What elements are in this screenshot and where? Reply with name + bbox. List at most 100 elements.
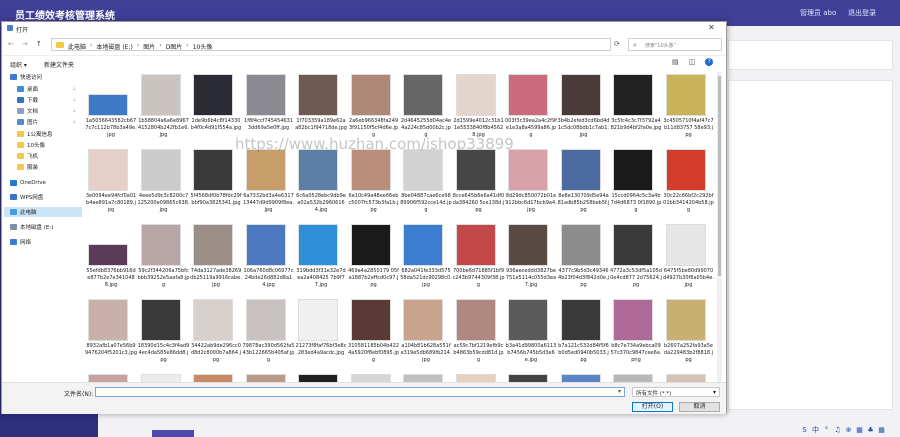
cancel-button[interactable]: 取消 xyxy=(679,402,720,412)
pin-icon[interactable]: ⊥ xyxy=(72,108,76,114)
address-bar[interactable]: 此电脑 › 本地磁盘 (E:) › 图片 › D图片 › 10头像 xyxy=(51,38,611,51)
logout-link[interactable]: 退出登录 xyxy=(848,8,876,18)
sidebar-item[interactable]: 本地磁盘 (E:) xyxy=(10,222,53,232)
filename-input[interactable] xyxy=(95,387,625,397)
sidebar-item[interactable]: 桌面 xyxy=(17,84,38,94)
file-item[interactable]: 4377c9b5d3c493464b23f04d3f842d0e.jpg xyxy=(558,220,611,295)
file-item[interactable]: 18390d15c4c3f4ad94ec4da585e86dd8.jpg xyxy=(138,295,191,370)
file-item[interactable]: 3c4505710f4af47c7b11d83757 58e93.jpg xyxy=(663,70,716,145)
breadcrumb-item[interactable]: 图片 xyxy=(143,42,155,51)
sidebar-item[interactable]: 快速访问 xyxy=(10,72,42,82)
file-item[interactable]: 310581185b04b4224a5920f8ebf0895.jpg xyxy=(348,295,401,370)
new-folder-button[interactable]: 新建文件夹 xyxy=(44,60,74,69)
sidebar-item[interactable]: OneDrive xyxy=(10,178,46,188)
up-arrow-icon[interactable]: ↑ xyxy=(36,40,42,48)
breadcrumb-separator-icon[interactable]: › xyxy=(186,42,188,51)
file-item[interactable]: 8932afb1a07e56b99476204f5201c3.jpg xyxy=(85,295,138,370)
file-item[interactable]: ac59c7bf1219efb9cb4863b59cdd81d.jpg xyxy=(453,295,506,370)
file-item[interactable]: 2a6eb966348fa2493f91150f5cf4d6e.jpg xyxy=(348,70,401,145)
file-item[interactable]: 6e10c49a48ee66ebc5007fc573b3fa1b.jpg xyxy=(348,145,401,220)
back-arrow-icon[interactable]: ← xyxy=(8,40,14,48)
sidebar-item[interactable]: 飞机 xyxy=(17,151,38,161)
pin-icon[interactable]: ⊥ xyxy=(72,86,76,92)
file-item[interactable]: a104b81b628a551fe319e5db689fb214.jpg xyxy=(400,295,453,370)
file-item[interactable]: 1de9b6b4c8f14330b4f0c4d91f554a.jpg xyxy=(190,70,243,145)
breadcrumb-item[interactable]: 10头像 xyxy=(193,42,213,51)
file-item[interactable]: 1f703359a189e62aa82bc1f94718de.jpg xyxy=(295,70,348,145)
file-item[interactable]: 4772a3c53df5a105d0e4cd877 2d75624.jpg xyxy=(610,220,663,295)
filename-dropdown-icon[interactable]: ▾ xyxy=(618,388,621,395)
help-icon[interactable]: ? xyxy=(705,58,714,66)
tray-icon[interactable]: 中 xyxy=(811,426,820,435)
file-item[interactable]: 003f3c39ea2a4c2f9fe1e3a8a4599a86.jpg xyxy=(505,70,558,145)
sidebar-item[interactable]: 服装 xyxy=(17,162,38,172)
file-item[interactable]: 8cce645b6e6a41df0da384260 5ce138d.jpg xyxy=(453,145,506,220)
pin-icon[interactable]: ⊥ xyxy=(72,119,76,125)
file-item[interactable]: b3a41d99800a6113b7456b745b5d3e6e.jpg xyxy=(505,295,558,370)
sidebar-item[interactable]: WPS网盘 xyxy=(10,192,43,202)
sidebar-item[interactable]: 图片 xyxy=(17,117,38,127)
sidebar-item[interactable]: 1公寓信息 xyxy=(17,129,53,139)
file-item[interactable]: 936aeceddd3827be751e5114c055d3ea7.jpg xyxy=(505,220,558,295)
file-item[interactable]: 1b58804a6a6e89674152804b242fb1e6.jpg xyxy=(138,70,191,145)
file-item[interactable]: 6a7332bd3a4e631713447d9d9909f8ea.jpg xyxy=(243,145,296,220)
file-item[interactable]: 6475f5be80d99070d4927b30f8a05b4e.jpg xyxy=(663,220,716,295)
tray-icon[interactable]: ▦ xyxy=(877,426,886,435)
breadcrumb-separator-icon[interactable]: › xyxy=(137,42,139,51)
organize-menu[interactable]: 组织 ▾ xyxy=(10,60,27,69)
file-item[interactable]: 319bdd3f31e32e7dea2a408425 7b9f77.jpg xyxy=(295,220,348,295)
file-item[interactable]: 4eee5d9c3c8200c7125200e09865c638.jpg xyxy=(138,145,191,220)
file-item[interactable]: 21273f8faf76bf3e8c283ed4a9acdc.jpg xyxy=(295,295,348,370)
file-item[interactable]: 15ccd0964c5c3a4b7d4d6873 0f1890.jpg xyxy=(610,145,663,220)
file-item[interactable]: 469a4a2850179 05fa1887b2effcd0c97.jpg xyxy=(348,220,401,295)
breadcrumb-separator-icon[interactable]: › xyxy=(90,42,92,51)
sidebar-item[interactable]: 10头像 xyxy=(17,140,45,150)
vertical-scrollbar[interactable] xyxy=(717,72,722,402)
file-item[interactable]: 79878ac390d562fa543b122665b405af.jpg xyxy=(243,295,296,370)
file-item[interactable]: 700be6d71885f1bf9c243b9744309f38.jpg xyxy=(453,220,506,295)
breadcrumb-item[interactable]: 本地磁盘 (E:) xyxy=(96,42,132,51)
file-item[interactable]: 3c5fc4c3c7f3792a4821b9d4bf2fa0e.jpg xyxy=(610,70,663,145)
file-item[interactable]: 106a760d8c06977c24bde26d882d8a14.jpg xyxy=(243,220,296,295)
sidebar-item[interactable]: 文档 xyxy=(17,106,38,116)
tray-icon[interactable]: S xyxy=(800,426,809,435)
tray-icon[interactable]: ° xyxy=(822,426,831,435)
file-item[interactable]: b2607a252fa93a5eda229483b2f8818.jpg xyxy=(663,295,716,370)
file-item[interactable]: 1a5036643582cb677c7c112b78b3a49e.jpg xyxy=(85,70,138,145)
close-icon[interactable]: ✕ xyxy=(708,23,715,32)
preview-pane-icon[interactable]: ◫ xyxy=(689,58,696,66)
app-button[interactable] xyxy=(152,430,194,437)
tray-icon[interactable]: ♣ xyxy=(866,426,875,435)
sidebar-item[interactable]: 网络 xyxy=(10,237,31,247)
view-options-icon[interactable]: ▤ xyxy=(672,58,679,66)
tray-icon[interactable]: ⊕ xyxy=(844,426,853,435)
tray-icon[interactable]: ▦ xyxy=(855,426,864,435)
forward-arrow-icon[interactable]: → xyxy=(22,40,28,48)
sidebar-item[interactable]: 下载 xyxy=(17,95,38,105)
refresh-icon[interactable]: ⟳ xyxy=(614,40,620,48)
pin-icon[interactable]: ⊥ xyxy=(72,97,76,103)
breadcrumb-separator-icon[interactable]: › xyxy=(159,42,161,51)
open-button[interactable]: 打开(O) xyxy=(632,402,673,412)
file-item[interactable]: 2d1599e4012c31b11e5533840f8b45628.jpg xyxy=(453,70,506,145)
sidebar-item[interactable]: 此电脑 xyxy=(4,207,82,217)
file-item[interactable]: 55efdb8376bb916de877b2e7e3410488.jpg xyxy=(85,220,138,295)
file-item[interactable]: b7a121c532d84f5f6b0d5ed0940b5033.jpg xyxy=(558,295,611,370)
file-item[interactable]: 3b4b2efed3cd6bd4d1c5dc08bdb1c7ab1.jpg xyxy=(558,70,611,145)
file-item[interactable]: 2d4645255d04ac4e4a224c85d00b2c.jpg xyxy=(400,70,453,145)
file-item[interactable]: 8d29dc850072b01e912bbc6d17bcb9a4.jpg xyxy=(505,145,558,220)
file-item[interactable]: 682a041fe333d57558da521dc90298c0.jpg xyxy=(400,220,453,295)
file-item[interactable]: 8e8e130709d5e94a81adb85b258beb5f.jpg xyxy=(558,145,611,220)
file-item[interactable]: 74da3127ade38269db25119a9916cabe.jpg xyxy=(190,220,243,295)
current-user[interactable]: 管理员 abo xyxy=(800,8,836,18)
file-item[interactable]: 1f8f4ccf7454546313dd69a5e0ff.jpg xyxy=(243,70,296,145)
file-item[interactable]: 6c6a0528ebc9db9ea02a532b29606164.jpg xyxy=(295,145,348,220)
file-item[interactable]: 30c22c66bf2c292bf01bb3414204b58.jpg xyxy=(663,145,716,220)
file-item[interactable]: 59c2f344206a75bfcbbb39252e5aafa8.jpg xyxy=(138,220,191,295)
breadcrumb-item[interactable]: D图片 xyxy=(166,42,183,51)
file-item[interactable]: 8be04887cae6ce9889906f592cce14d.jpg xyxy=(400,145,453,220)
tray-icon[interactable]: ♫ xyxy=(833,426,842,435)
file-item[interactable]: 34422ab9de296cc0d8d2c8000b7a864.jpg xyxy=(190,295,243,370)
file-item[interactable]: 3e0094ee94fcf0a01b4ae891a7c80189.jpg xyxy=(85,145,138,220)
search-box[interactable]: ⌕ 搜索"10头像" xyxy=(628,38,722,51)
